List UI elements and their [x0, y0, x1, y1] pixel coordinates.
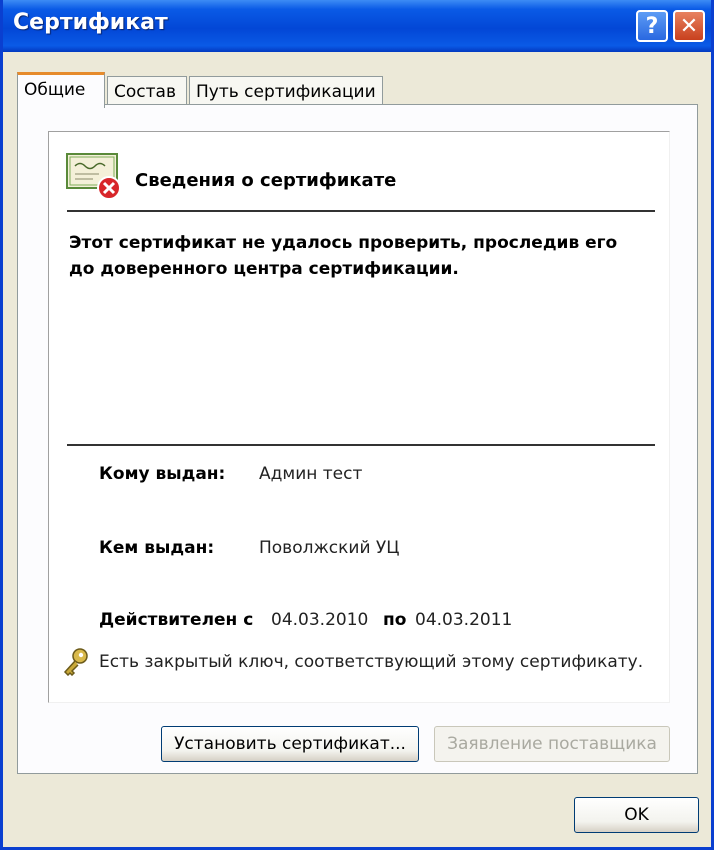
valid-to-value: 04.03.2011	[415, 610, 513, 630]
ok-button[interactable]: OK	[574, 797, 699, 833]
details-divider	[67, 444, 655, 446]
issued-to-label: Кому выдан:	[99, 464, 226, 484]
issued-by-value: Поволжский УЦ	[259, 538, 400, 558]
issued-to-value: Админ тест	[259, 464, 363, 484]
tab-details[interactable]: Состав	[107, 76, 187, 106]
close-icon: ✕	[679, 13, 699, 39]
header-divider	[67, 210, 655, 212]
tab-general[interactable]: Общие	[17, 72, 105, 108]
valid-from-value: 04.03.2010	[271, 610, 369, 630]
verification-warning: Этот сертификат не удалось проверить, пр…	[69, 233, 618, 279]
help-button[interactable]: ?	[636, 10, 668, 42]
valid-from-label: Действителен с	[99, 610, 254, 630]
certificate-dialog: Сертификат ? ✕ Общие Состав Путь сертифи…	[0, 0, 714, 850]
tab-certification-path[interactable]: Путь сертификации	[189, 76, 383, 106]
title-bar[interactable]: Сертификат ? ✕	[3, 0, 711, 52]
issued-by-label: Кем выдан:	[99, 538, 215, 558]
private-key-note: Есть закрытый ключ, соответствующий этом…	[99, 652, 644, 672]
key-icon	[63, 648, 88, 676]
tab-panel-general: Сведения о сертификате Этот сертификат н…	[17, 104, 698, 774]
info-title: Сведения о сертификате	[135, 170, 397, 191]
help-icon: ?	[645, 13, 659, 39]
close-button[interactable]: ✕	[673, 10, 705, 42]
issuer-statement-button[interactable]: Заявление поставщика	[434, 726, 670, 762]
valid-to-label: по	[383, 610, 407, 630]
window-title: Сертификат	[13, 10, 168, 35]
certificate-info-box: Сведения о сертификате Этот сертификат н…	[48, 131, 670, 703]
install-certificate-button[interactable]: Установить сертификат...	[161, 726, 419, 762]
certificate-error-icon	[66, 153, 121, 200]
